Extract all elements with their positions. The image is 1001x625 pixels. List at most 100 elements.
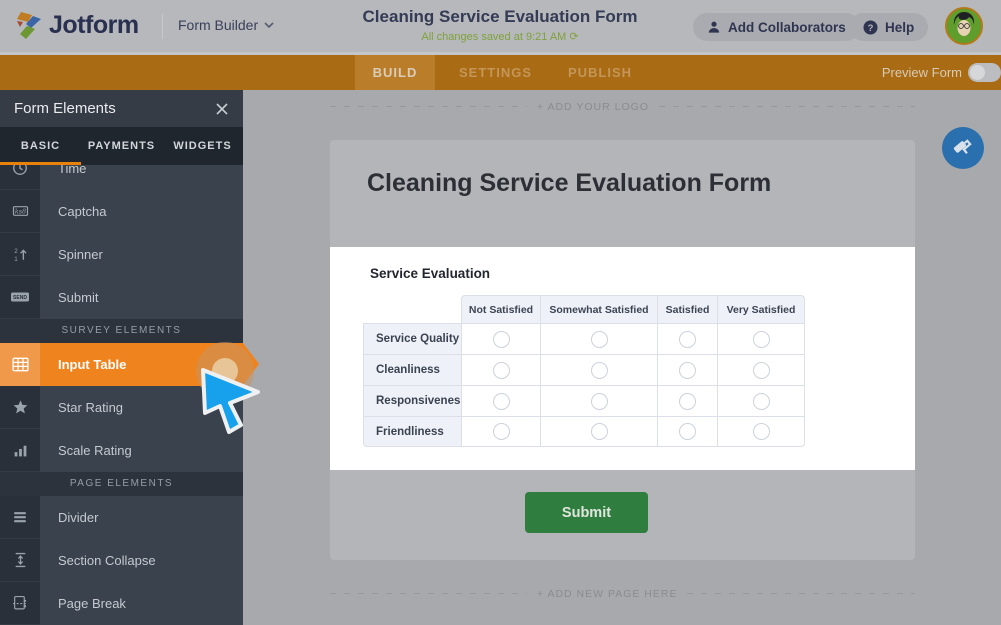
radio-cell	[717, 416, 805, 447]
dashed-line	[330, 106, 527, 107]
autosave-status: All changes saved at 9:21 AM ⟳	[300, 30, 700, 43]
radio-button[interactable]	[679, 423, 696, 440]
element-item-page-break[interactable]: Page Break	[0, 582, 243, 625]
add-collaborators-button[interactable]: Add Collaborators	[693, 13, 860, 41]
divider-icon	[0, 496, 40, 539]
form-builder-label: Form Builder	[178, 17, 258, 33]
avatar[interactable]	[945, 7, 983, 45]
radio-cell	[717, 354, 805, 385]
section-collapse-icon	[0, 539, 40, 582]
radio-button[interactable]	[679, 331, 696, 348]
section-header-survey: SURVEY ELEMENTS	[0, 319, 243, 343]
row-label: Friendliness	[363, 416, 461, 447]
dashed-line	[687, 593, 915, 594]
radio-button[interactable]	[591, 393, 608, 410]
table-question-label[interactable]: Service Evaluation	[370, 266, 490, 281]
panel-title: Form Elements	[14, 100, 116, 117]
dashed-line	[330, 593, 527, 594]
paint-roller-icon	[952, 137, 974, 159]
radio-cell	[461, 416, 540, 447]
refresh-icon: ⟳	[569, 31, 578, 43]
element-item-captcha[interactable]: ks8 Captcha	[0, 190, 243, 233]
logo-text: Jotform	[49, 11, 139, 40]
element-label: Divider	[40, 496, 243, 539]
tab-widgets[interactable]: WIDGETS	[162, 140, 243, 152]
svg-text:ks8: ks8	[14, 208, 25, 216]
person-icon	[707, 20, 721, 34]
element-item-spinner[interactable]: 21 Spinner	[0, 233, 243, 276]
radio-cell	[461, 323, 540, 354]
form-designer-button[interactable]	[942, 127, 984, 169]
tab-basic[interactable]: BASIC	[0, 140, 81, 152]
toggle-knob	[970, 65, 985, 80]
preview-form-label: Preview Form	[840, 55, 962, 90]
radio-cell	[717, 323, 805, 354]
panel-header: Form Elements	[0, 90, 243, 127]
dashed-line	[659, 106, 915, 107]
element-label: Captcha	[40, 190, 243, 233]
autosave-text: All changes saved at 9:21 AM	[421, 31, 566, 43]
star-icon	[0, 386, 40, 429]
tab-publish[interactable]: PUBLISH	[555, 55, 645, 90]
radio-button[interactable]	[493, 423, 510, 440]
input-table-field-card[interactable]: Service Evaluation Not SatisfiedSomewhat…	[330, 247, 915, 470]
radio-button[interactable]	[493, 331, 510, 348]
radio-cell	[657, 354, 717, 385]
send-icon: SEND	[0, 276, 40, 319]
preview-form-toggle[interactable]	[968, 63, 1001, 82]
radio-cell	[717, 385, 805, 416]
close-icon[interactable]	[215, 102, 229, 116]
radio-cell	[657, 385, 717, 416]
user-avatar	[947, 9, 981, 43]
table-corner-cell	[363, 295, 461, 323]
pointer-cursor	[195, 361, 265, 441]
radio-button[interactable]	[591, 423, 608, 440]
tab-payments[interactable]: PAYMENTS	[81, 140, 162, 152]
svg-text:1: 1	[14, 256, 18, 262]
svg-text:?: ?	[868, 23, 874, 34]
add-collaborators-label: Add Collaborators	[728, 20, 846, 35]
help-button[interactable]: ? Help	[849, 13, 928, 41]
radio-cell	[657, 323, 717, 354]
radio-cell	[461, 385, 540, 416]
element-item-submit[interactable]: SEND Submit	[0, 276, 243, 319]
radio-cell	[540, 385, 657, 416]
radio-button[interactable]	[591, 331, 608, 348]
row-label: Cleanliness	[363, 354, 461, 385]
header-divider	[162, 14, 163, 39]
radio-button[interactable]	[753, 331, 770, 348]
add-new-page-button[interactable]: + ADD NEW PAGE HERE	[537, 588, 677, 600]
radio-button[interactable]	[493, 362, 510, 379]
radio-button[interactable]	[679, 362, 696, 379]
element-label: Page Break	[40, 582, 243, 625]
active-tab-underline	[0, 162, 81, 165]
tab-settings[interactable]: SETTINGS	[448, 55, 543, 90]
jotform-logo[interactable]: Jotform	[17, 11, 139, 40]
page-break-icon	[0, 582, 40, 625]
app-header: Jotform Form Builder Cleaning Service Ev…	[0, 0, 1001, 52]
add-page-row: + ADD NEW PAGE HERE	[330, 587, 915, 600]
submit-button[interactable]: Submit	[525, 492, 648, 533]
element-label: Submit	[40, 276, 243, 319]
radio-button[interactable]	[591, 362, 608, 379]
row-label: Service Quality	[363, 323, 461, 354]
add-logo-button[interactable]: + ADD YOUR LOGO	[537, 101, 649, 113]
tab-build[interactable]: BUILD	[355, 55, 435, 90]
radio-button[interactable]	[753, 393, 770, 410]
radio-button[interactable]	[753, 362, 770, 379]
radio-cell	[540, 416, 657, 447]
element-item-divider[interactable]: Divider	[0, 496, 243, 539]
table-icon	[0, 343, 40, 386]
radio-button[interactable]	[493, 393, 510, 410]
form-builder-menu[interactable]: Form Builder	[178, 17, 274, 33]
element-label: Section Collapse	[40, 539, 243, 582]
form-title-field[interactable]: Cleaning Service Evaluation Form	[367, 169, 771, 198]
element-item-section-collapse[interactable]: Section Collapse	[0, 539, 243, 582]
radio-cell	[657, 416, 717, 447]
column-header: Somewhat Satisfied	[540, 295, 657, 323]
row-label: Responsiveness	[363, 385, 461, 416]
radio-cell	[461, 354, 540, 385]
panel-tabs: BASIC PAYMENTS WIDGETS	[0, 127, 243, 165]
radio-button[interactable]	[753, 423, 770, 440]
radio-button[interactable]	[679, 393, 696, 410]
